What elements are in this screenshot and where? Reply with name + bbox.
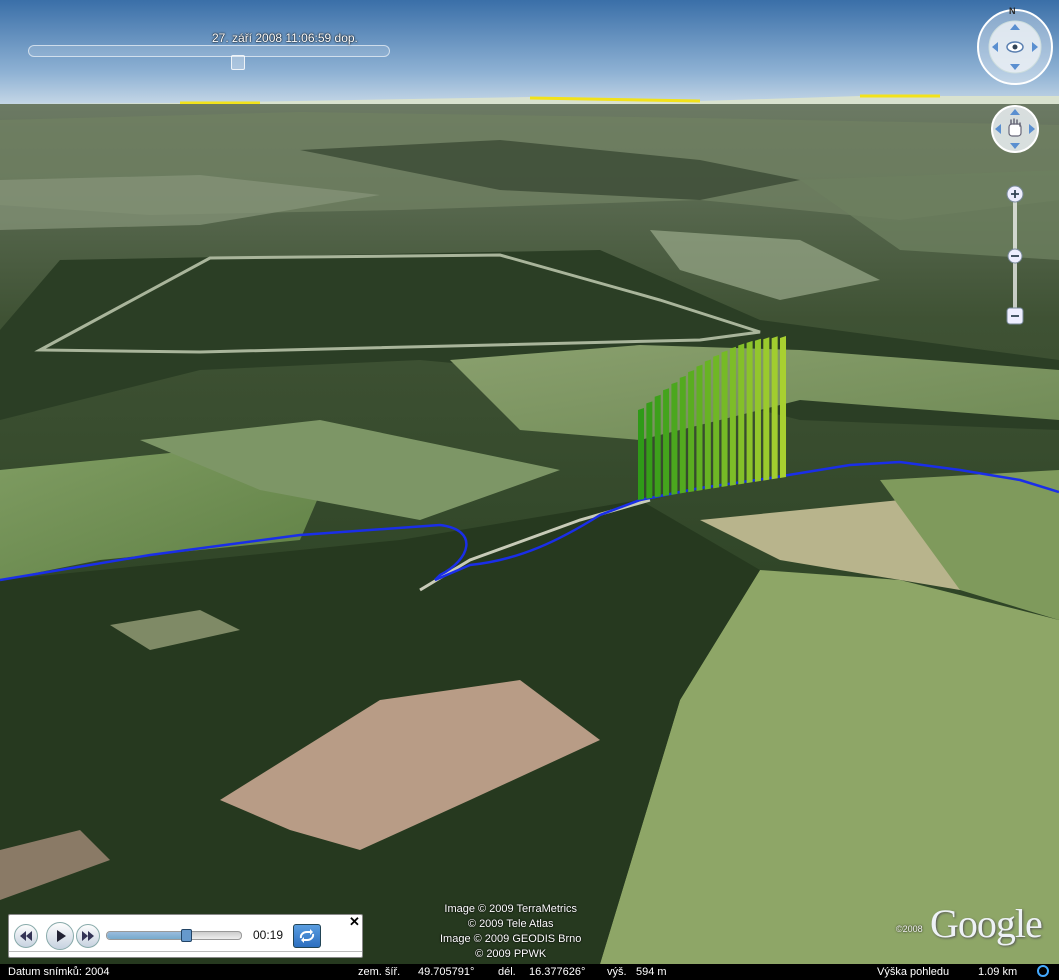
rewind-icon [20,931,32,941]
play-icon [57,930,66,942]
minus-icon[interactable] [1006,307,1024,325]
curtain-stripe [780,336,787,478]
curtain-stripe [738,343,745,485]
longitude-value: 16.377626° [529,966,586,978]
tour-timeline-grid [9,951,362,958]
map-viewport[interactable] [0,0,1059,964]
rewind-button[interactable] [14,924,38,948]
tour-time: 00:19 [253,928,284,942]
zoom-slider-thumb[interactable] [1007,248,1023,264]
time-slider-track[interactable] [28,45,390,57]
repeat-button[interactable] [293,924,321,948]
curtain-stripe [671,381,678,495]
fast-forward-icon [82,931,94,941]
close-icon[interactable]: ✕ [349,914,360,930]
repeat-icon [299,929,315,943]
latitude-label: zem. šíř. [358,966,401,978]
eye-icon [1006,41,1024,53]
curtain-stripe [654,394,661,498]
curtain-stripe [704,359,711,490]
north-indicator[interactable]: N [1009,6,1016,16]
copyright-year: ©2008 [896,924,923,934]
zoom-control[interactable] [1005,184,1025,330]
look-control[interactable]: N [976,6,1054,86]
move-control[interactable] [990,104,1040,154]
curtain-stripe [729,346,736,486]
credit-line: Image © 2009 GEODIS Brno [440,933,582,945]
fast-forward-button[interactable] [76,924,100,948]
elevation-value: 594 m [636,966,667,978]
eye-altitude-value: 1.09 km [978,966,1018,978]
curtain-stripe [754,338,761,482]
credit-line: © 2009 Tele Atlas [467,918,554,930]
longitude-label: dél. [498,966,516,978]
tour-progress-knob[interactable] [181,929,193,942]
curtain-stripe [713,354,720,489]
curtain-stripe [696,364,703,491]
time-slider-datetime: 27. září 2008 11:06:59 dop. [212,31,358,45]
plus-icon[interactable] [1006,185,1024,203]
curtain-stripe [746,340,753,484]
streaming-indicator-icon [1037,965,1049,977]
curtain-stripe [688,370,695,493]
latitude-value: 49.705791° [418,966,475,978]
tour-progress-track[interactable] [106,929,242,942]
time-slider[interactable]: 27. září 2008 11:06:59 dop. [28,31,390,70]
elevation-label: výš. [607,966,627,978]
tour-progress-fill [107,932,187,939]
imagery-date: Datum snímků: 2004 [8,966,110,978]
curtain-stripe [638,408,645,500]
credit-line: Image © 2009 TerraMetrics [444,903,578,915]
eye-altitude-label: Výška pohledu [877,966,950,978]
imagery-credits: Image © 2009 TerraMetrics © 2009 Tele At… [440,902,581,962]
curtain-stripe [663,388,670,497]
time-slider-thumb[interactable] [231,55,245,70]
credit-line: © 2009 PPWK [475,948,547,960]
status-bar: Datum snímků: 2004 zem. šíř. 49.705791° … [0,964,1059,980]
tour-player: 00:19 ✕ [8,914,363,958]
curtain-stripe [679,375,686,494]
curtain-stripe [771,336,778,480]
curtain-stripe [763,337,770,481]
curtain-stripe [646,401,653,499]
curtain-stripe [721,350,728,488]
google-logo: Google [930,901,1043,946]
play-button[interactable] [46,922,74,950]
